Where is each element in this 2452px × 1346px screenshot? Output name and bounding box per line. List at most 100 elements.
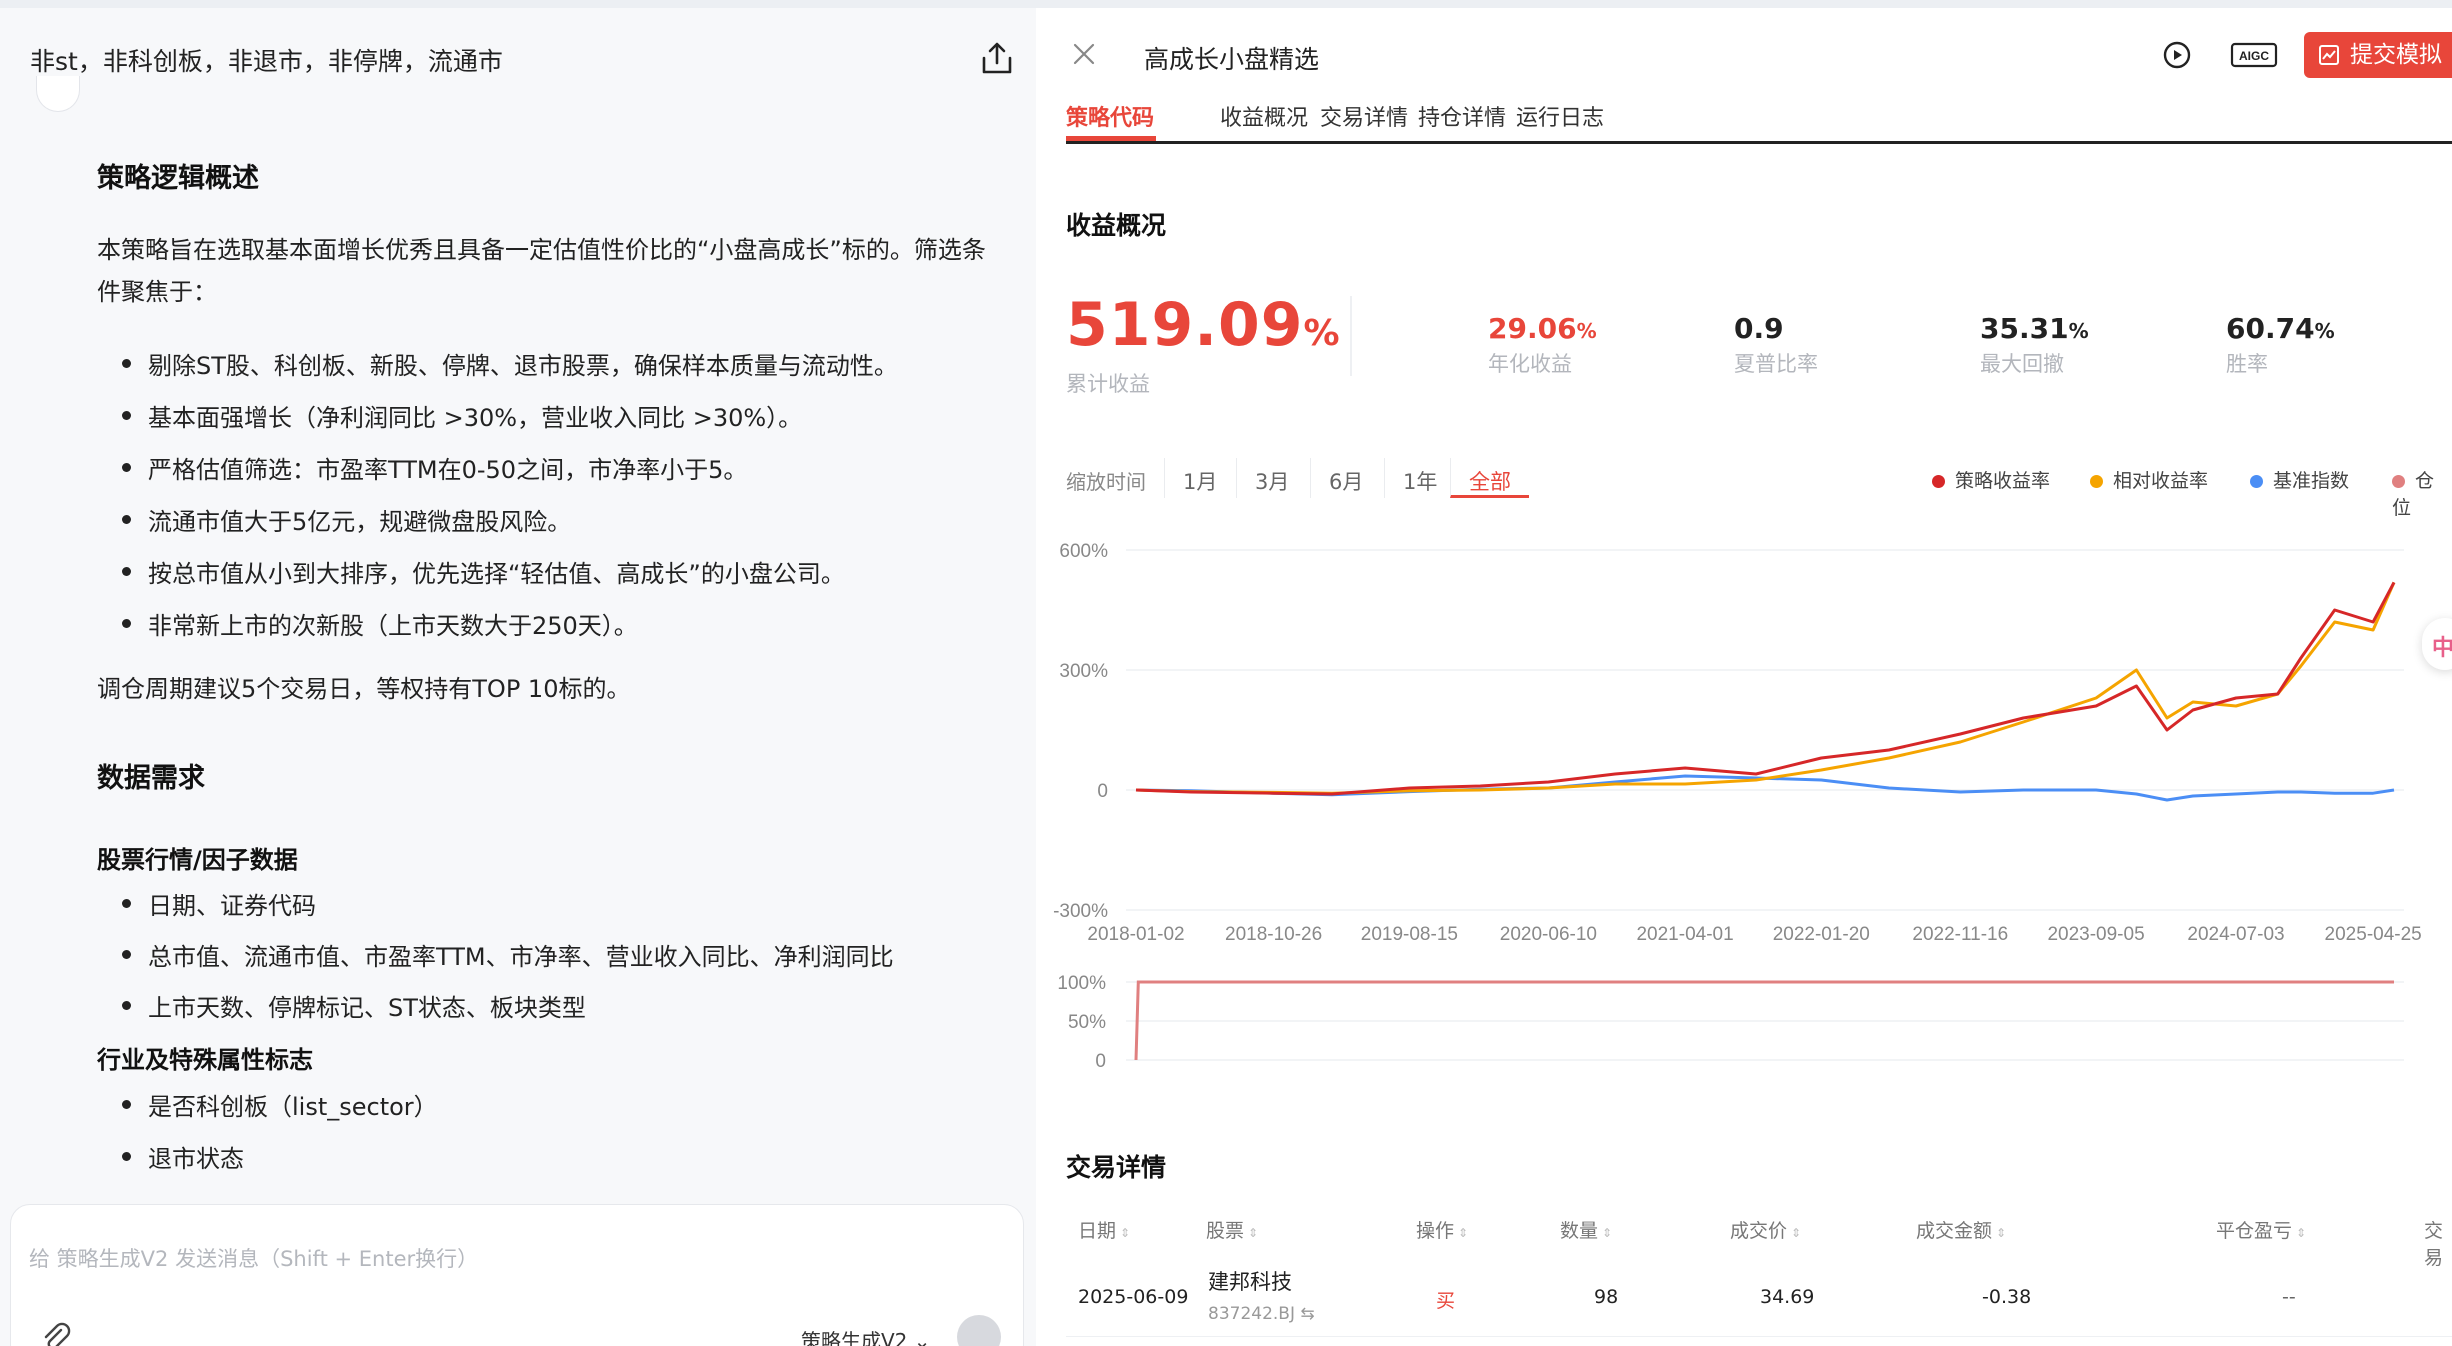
list-item-text: 剔除ST股、科创板、新股、停牌、退市股票，确保样本质量与流动性。 bbox=[148, 352, 898, 380]
list-item: 按总市值从小到大排序，优先选择“轻估值、高成长”的小盘公司。 bbox=[122, 554, 845, 589]
intro-paragraph: 本策略旨在选取基本面增长优秀且具备一定估值性价比的“小盘高成长”标的。筛选条件聚… bbox=[97, 236, 986, 306]
list-item-text: 严格估值筛选：市盈率TTM在0-50之间，市净率小于5。 bbox=[148, 456, 748, 484]
attachment-icon[interactable] bbox=[39, 1321, 73, 1346]
trade-section-title: 交易详情 bbox=[1066, 1153, 1167, 1182]
list-item-text: 总市值、流通市值、市盈率TTM、市净率、营业收入同比、净利润同比 bbox=[148, 943, 894, 971]
chat-title: 非st，非科创板，非退市，非停牌，流通市 bbox=[30, 47, 503, 76]
x-tick-label: 2022-11-16 bbox=[1912, 924, 2008, 945]
play-icon[interactable] bbox=[2162, 40, 2192, 70]
list-item-text: 退市状态 bbox=[148, 1145, 244, 1173]
col-side[interactable]: 操作 ⇕ bbox=[1416, 1216, 1468, 1243]
annual-return-label: 年化收益 bbox=[1488, 352, 1572, 376]
logic-heading: 策略逻辑概述 bbox=[97, 163, 259, 194]
trade-side: 买 bbox=[1436, 1290, 1456, 1312]
chart-icon bbox=[2319, 45, 2339, 65]
col-trade[interactable]: 交易 bbox=[2424, 1216, 2452, 1270]
aigc-icon[interactable]: AIGC bbox=[2228, 40, 2280, 70]
list-item-text: 按总市值从小到大排序，优先选择“轻估值、高成长”的小盘公司。 bbox=[148, 560, 845, 588]
rebalance-paragraph: 调仓周期建议5个交易日，等权持有TOP 10标的。 bbox=[97, 675, 631, 703]
trade-stock-code: 837242.BJ ⇆ bbox=[1208, 1304, 1315, 1324]
list-item: 流通市值大于5亿元，规避微盘股风险。 bbox=[121, 502, 572, 537]
list-item: 是否科创板（list_sector） bbox=[122, 1087, 438, 1122]
trade-price: 34.69 bbox=[1760, 1286, 1815, 1308]
trade-amount: -0.38 bbox=[1982, 1286, 2032, 1308]
annual-return-value: 29.06% bbox=[1488, 312, 1597, 345]
legend-strategy[interactable]: 策略收益率 bbox=[1932, 466, 2050, 493]
max-drawdown-value: 35.31% bbox=[1980, 312, 2089, 345]
tab-position-details[interactable]: 持仓详情 bbox=[1418, 100, 1506, 132]
legend-benchmark[interactable]: 基准指数 bbox=[2250, 466, 2349, 493]
share-icon[interactable] bbox=[978, 40, 1016, 78]
subheading: 股票行情/因子数据 bbox=[97, 846, 298, 874]
tab-trade-details[interactable]: 交易详情 bbox=[1320, 100, 1408, 132]
chat-panel: 非st，非科创板，非退市，非停牌，流通市 策略逻辑概述 本策略旨在选取基本面增长… bbox=[0, 0, 1036, 1346]
list-item: 基本面强增长（净利润同比 >30%，营业收入同比 >30%）。 bbox=[121, 398, 803, 433]
win-rate-label: 胜率 bbox=[2226, 352, 2268, 376]
tab-strategy-code[interactable]: 策略代码 bbox=[1066, 100, 1154, 132]
row-divider bbox=[1066, 1336, 2452, 1337]
list-item: 总市值、流通市值、市盈率TTM、市净率、营业收入同比、净利润同比 bbox=[122, 937, 894, 972]
sharpe-label: 夏普比率 bbox=[1734, 352, 1818, 376]
list-item-text: 上市天数、停牌标记、ST状态、板块类型 bbox=[148, 994, 586, 1022]
list-item-text: 基本面强增长（净利润同比 >30%，营业收入同比 >30%）。 bbox=[148, 404, 803, 432]
legend-relative[interactable]: 相对收益率 bbox=[2090, 466, 2208, 493]
zoom-all-button[interactable]: 全部 bbox=[1450, 458, 1529, 498]
active-tab-indicator bbox=[1066, 136, 1156, 141]
col-stock[interactable]: 股票 ⇕ bbox=[1206, 1216, 1258, 1243]
zoom-6m-button[interactable]: 6月 bbox=[1310, 458, 1381, 498]
submit-simulation-button[interactable]: 提交模拟 bbox=[2304, 32, 2452, 78]
model-select-label: 策略生成V2 bbox=[801, 1329, 908, 1346]
list-item: 上市天数、停牌标记、ST状态、板块类型 bbox=[122, 988, 586, 1023]
legend-position[interactable]: 仓位 bbox=[2392, 466, 2452, 520]
col-qty[interactable]: 数量 ⇕ bbox=[1560, 1216, 1612, 1243]
floating-assistant-label: 中 bbox=[2432, 636, 2452, 661]
zoom-label: 缩放时间 bbox=[1066, 470, 1146, 494]
zoom-3m-button[interactable]: 3月 bbox=[1236, 458, 1307, 498]
list-item-text: 非常新上市的次新股（上市天数大于250天）。 bbox=[148, 612, 638, 640]
list-item-text: 流通市值大于5亿元，规避微盘股风险。 bbox=[148, 508, 572, 536]
x-tick-label: 2025-04-25 bbox=[2325, 924, 2422, 945]
y-tick-label: 300% bbox=[1059, 661, 1108, 682]
close-icon[interactable] bbox=[1070, 40, 1098, 68]
col-pnl[interactable]: 平仓盈亏 ⇕ bbox=[2216, 1216, 2306, 1243]
message-input[interactable]: 给 策略生成V2 发送消息（Shift + Enter换行） 策略生成V2 ⌄ bbox=[10, 1204, 1024, 1346]
subheading: 行业及特殊属性标志 bbox=[97, 1046, 313, 1074]
y-tick-label: 600% bbox=[1059, 541, 1108, 562]
compare-icon[interactable]: ⇆ bbox=[1300, 1304, 1314, 1324]
max-drawdown-label: 最大回撤 bbox=[1980, 352, 2064, 376]
col-date[interactable]: 日期 ⇕ bbox=[1078, 1216, 1130, 1243]
submit-label: 提交模拟 bbox=[2350, 42, 2442, 68]
divider bbox=[1350, 296, 1352, 376]
zoom-1m-button[interactable]: 1月 bbox=[1164, 458, 1235, 498]
strategy-panel: 高成长小盘精选 AIGC 提交模拟 策略代码 收益概况 交易详情 持仓详情 运行… bbox=[1036, 0, 2452, 1346]
position-y-tick-label: 100% bbox=[1057, 973, 1106, 994]
tab-run-log[interactable]: 运行日志 bbox=[1516, 100, 1604, 132]
win-rate-value: 60.74% bbox=[2226, 312, 2335, 345]
aigc-label: AIGC bbox=[2239, 49, 2269, 63]
trade-qty: 98 bbox=[1594, 1286, 1619, 1308]
x-tick-label: 2021-04-01 bbox=[1636, 924, 1733, 945]
sharpe-value: 0.9 bbox=[1734, 312, 1784, 345]
x-tick-label: 2018-10-26 bbox=[1225, 924, 1322, 945]
list-item: 非常新上市的次新股（上市天数大于250天）。 bbox=[122, 606, 638, 641]
model-select[interactable]: 策略生成V2 ⌄ bbox=[801, 1325, 931, 1346]
trade-stock-name[interactable]: 建邦科技 bbox=[1208, 1266, 1292, 1296]
top-border bbox=[1036, 0, 2452, 8]
position-y-tick-label: 50% bbox=[1068, 1012, 1106, 1033]
col-amount[interactable]: 成交金额 ⇕ bbox=[1916, 1216, 2006, 1243]
tab-bar: 策略代码 收益概况 交易详情 持仓详情 运行日志 bbox=[1066, 96, 2452, 144]
col-price[interactable]: 成交价 ⇕ bbox=[1730, 1216, 1801, 1243]
cumulative-return-label: 累计收益 bbox=[1066, 372, 1150, 396]
message-placeholder: 给 策略生成V2 发送消息（Shift + Enter换行） bbox=[29, 1247, 479, 1271]
send-button[interactable] bbox=[957, 1315, 1001, 1346]
series-line-1 bbox=[1135, 581, 2396, 795]
data-heading: 数据需求 bbox=[97, 763, 205, 794]
overview-title: 收益概况 bbox=[1066, 211, 1167, 240]
list-item: 剔除ST股、科创板、新股、停牌、退市股票，确保样本质量与流动性。 bbox=[122, 346, 898, 381]
series-line-0 bbox=[1135, 581, 2396, 796]
tab-return-overview[interactable]: 收益概况 bbox=[1220, 100, 1308, 132]
x-tick-label: 2019-08-15 bbox=[1361, 924, 1458, 945]
zoom-1y-button[interactable]: 1年 bbox=[1384, 458, 1455, 498]
return-chart[interactable]: 600% 300% 0 -300%2018-01-02 2018-10-26 2019-0… bbox=[1036, 520, 2452, 1080]
avatar bbox=[36, 76, 80, 112]
